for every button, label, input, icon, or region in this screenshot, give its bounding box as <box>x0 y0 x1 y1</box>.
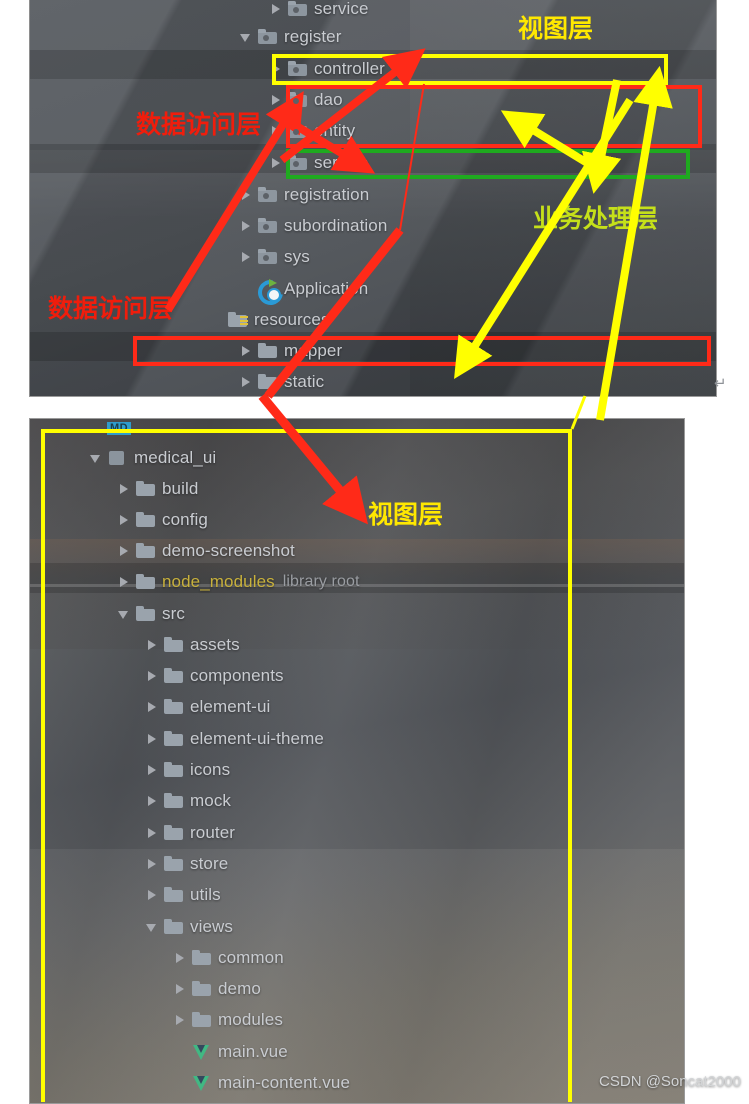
tree-row-application[interactable]: Application <box>238 275 369 310</box>
chevron-right-icon[interactable] <box>238 218 254 234</box>
data-access-layer-box-mapper <box>133 336 711 366</box>
package-folder-icon <box>258 187 277 203</box>
paragraph-mark-icon: ↵ <box>714 375 727 392</box>
chevron-right-icon[interactable] <box>238 187 254 203</box>
view-layer-highlight-box-controller <box>272 54 668 85</box>
tree-row-label: Application <box>284 279 369 298</box>
business-layer-box-service <box>286 149 690 179</box>
tree-row-label: resources <box>254 310 330 329</box>
spring-application-icon <box>253 275 288 310</box>
view-layer-highlight-box-medical-ui <box>41 429 572 1102</box>
tree-row-label: subordination <box>284 216 388 235</box>
tree-row-registration[interactable]: registration <box>238 181 369 209</box>
chevron-right-icon[interactable] <box>268 1 284 17</box>
annotation-business-layer: 业务处理层 <box>533 204 659 233</box>
watermark: CSDN @Soncat2000 <box>599 1073 741 1090</box>
tree-row-label: registration <box>284 185 370 204</box>
tree-row-sys[interactable]: sys <box>238 243 310 271</box>
annotation-view-layer-bottom: 视图层 <box>368 500 444 529</box>
tree-row-resources[interactable]: resources <box>208 306 330 334</box>
tree-row-label: sys <box>284 247 310 266</box>
folder-icon <box>258 374 277 390</box>
package-folder-icon <box>258 249 277 265</box>
data-access-layer-box-dao-entity <box>286 85 702 148</box>
resources-folder-icon <box>228 312 248 328</box>
annotation-data-access-layer-bottom: 数据访问层 <box>48 294 174 323</box>
chevron-right-icon[interactable] <box>238 374 254 390</box>
annotation-data-access-layer-top: 数据访问层 <box>136 110 262 139</box>
tree-row-label: service <box>314 0 369 18</box>
package-folder-icon <box>258 218 277 234</box>
tree-row-subordination[interactable]: subordination <box>238 212 387 240</box>
chevron-right-icon[interactable] <box>268 92 284 108</box>
tree-row-label: register <box>284 27 342 46</box>
chevron-right-icon[interactable] <box>268 123 284 139</box>
package-folder-icon <box>258 29 277 45</box>
tree-row-label: static <box>284 372 325 391</box>
tree-row-static[interactable]: static <box>238 368 324 396</box>
chevron-right-icon[interactable] <box>268 155 284 171</box>
tree-row-register[interactable]: register <box>238 23 342 51</box>
chevron-right-icon[interactable] <box>238 249 254 265</box>
package-folder-icon <box>288 1 307 17</box>
tree-row-service[interactable]: service <box>268 0 369 23</box>
chevron-down-icon[interactable] <box>238 29 254 45</box>
annotation-view-layer-top: 视图层 <box>518 14 594 43</box>
